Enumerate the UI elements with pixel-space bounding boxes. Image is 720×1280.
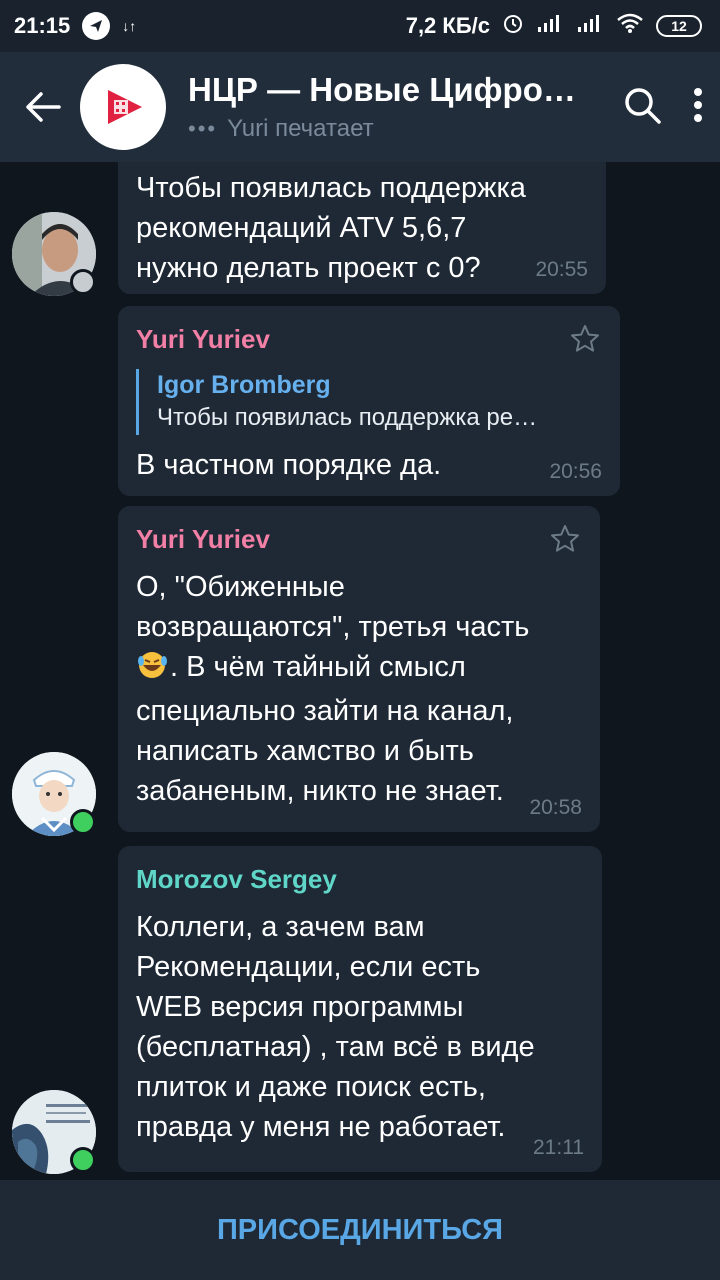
- online-indicator: [70, 809, 96, 835]
- more-options-button[interactable]: [692, 87, 704, 128]
- message-bubble[interactable]: Morozov Sergey Коллеги, а зачем вам Реко…: [118, 846, 602, 1172]
- star-icon: [551, 525, 579, 552]
- online-indicator: [70, 1147, 96, 1173]
- status-time: 21:15: [14, 13, 71, 38]
- chat-header: НЦР — Новые Цифро… ••• Yuri печатает: [0, 52, 720, 162]
- message-line: специально зайти на канал,: [136, 695, 514, 727]
- message-list[interactable]: Чтобы появилась поддержка рекомендаций A…: [0, 162, 720, 1180]
- message-line: WEB версия программы: [136, 991, 464, 1023]
- message-time: 21:11: [533, 1136, 584, 1159]
- play-logo-icon: [108, 90, 142, 124]
- message-line: Коллеги, а зачем вам: [136, 911, 425, 943]
- reply-quote[interactable]: Igor Bromberg Чтобы появилась поддержка …: [136, 369, 602, 435]
- message-line: возвращаются", третья часть: [136, 611, 530, 643]
- message-line: плиток и даже поиск есть,: [136, 1071, 486, 1103]
- typing-dots-icon: •••: [188, 116, 218, 141]
- search-icon: [625, 87, 661, 124]
- reply-author: Igor Bromberg: [157, 371, 331, 399]
- message-time: 20:55: [535, 258, 588, 281]
- message-time: 20:56: [549, 460, 602, 483]
- message-line: нужно делать проект с 0?: [136, 252, 481, 284]
- message-line: Чтобы появилась поддержка: [136, 172, 526, 204]
- navigation-app-icon: [82, 12, 111, 40]
- sender-name[interactable]: Yuri Yuriev: [136, 524, 582, 555]
- star-button[interactable]: [550, 524, 580, 559]
- back-arrow-icon: [26, 92, 61, 122]
- message-line: О, "Обиженные: [136, 571, 345, 603]
- data-transfer-icon: ↓↑: [122, 18, 137, 34]
- offline-indicator: [70, 269, 96, 295]
- more-vert-icon: [694, 87, 702, 122]
- signal-icon-2: [576, 13, 604, 39]
- message-bubble[interactable]: Yuri Yuriev Igor Bromberg Чтобы появилас…: [118, 306, 620, 496]
- message-time: 20:58: [529, 796, 582, 819]
- laughing-emoji-icon: [136, 650, 170, 691]
- message-line: рекомендаций ATV 5,6,7: [136, 212, 467, 244]
- reply-snippet: Чтобы появилась поддержка ре…: [157, 404, 538, 431]
- star-button[interactable]: [570, 324, 600, 359]
- message-bubble[interactable]: Yuri Yuriev О, "Обиженные возвращаются",…: [118, 506, 600, 832]
- message-line-with-emoji: . В чём тайный смысл: [136, 647, 582, 691]
- join-button[interactable]: ПРИСОЕДИНИТЬСЯ: [0, 1180, 720, 1280]
- signal-icon: [536, 13, 564, 39]
- typing-text: Yuri печатает: [227, 115, 374, 142]
- channel-avatar[interactable]: [80, 64, 166, 150]
- message-line: Рекомендации, если есть: [136, 951, 481, 983]
- star-icon: [571, 325, 599, 352]
- sender-name[interactable]: Yuri Yuriev: [136, 324, 602, 355]
- join-button-label: ПРИСОЕДИНИТЬСЯ: [216, 1213, 504, 1246]
- message-line: правда у меня не работает.: [136, 1111, 506, 1143]
- message-line: забаненым, никто не знает.: [136, 775, 504, 807]
- search-button[interactable]: [622, 85, 662, 130]
- chat-title-block[interactable]: НЦР — Новые Цифро… ••• Yuri печатает: [188, 71, 588, 143]
- chat-title: НЦР — Новые Цифро…: [188, 71, 576, 108]
- typing-status: ••• Yuri печатает: [188, 115, 588, 143]
- status-bar: 21:15 ↓↑ 7,2 КБ/с 12: [0, 0, 720, 52]
- network-speed: 7,2 КБ/с: [405, 13, 490, 38]
- message-bubble[interactable]: Чтобы появилась поддержка рекомендаций A…: [118, 162, 606, 294]
- alarm-icon: [502, 12, 524, 40]
- wifi-icon: [616, 12, 644, 40]
- message-line: (бесплатная) , там всё в виде: [136, 1031, 535, 1063]
- sender-name[interactable]: Morozov Sergey: [136, 864, 584, 895]
- back-button[interactable]: [0, 52, 86, 162]
- message-line: В частном порядке да.: [136, 449, 442, 481]
- message-line: написать хамство и быть: [136, 735, 474, 767]
- battery-indicator: 12: [656, 15, 702, 37]
